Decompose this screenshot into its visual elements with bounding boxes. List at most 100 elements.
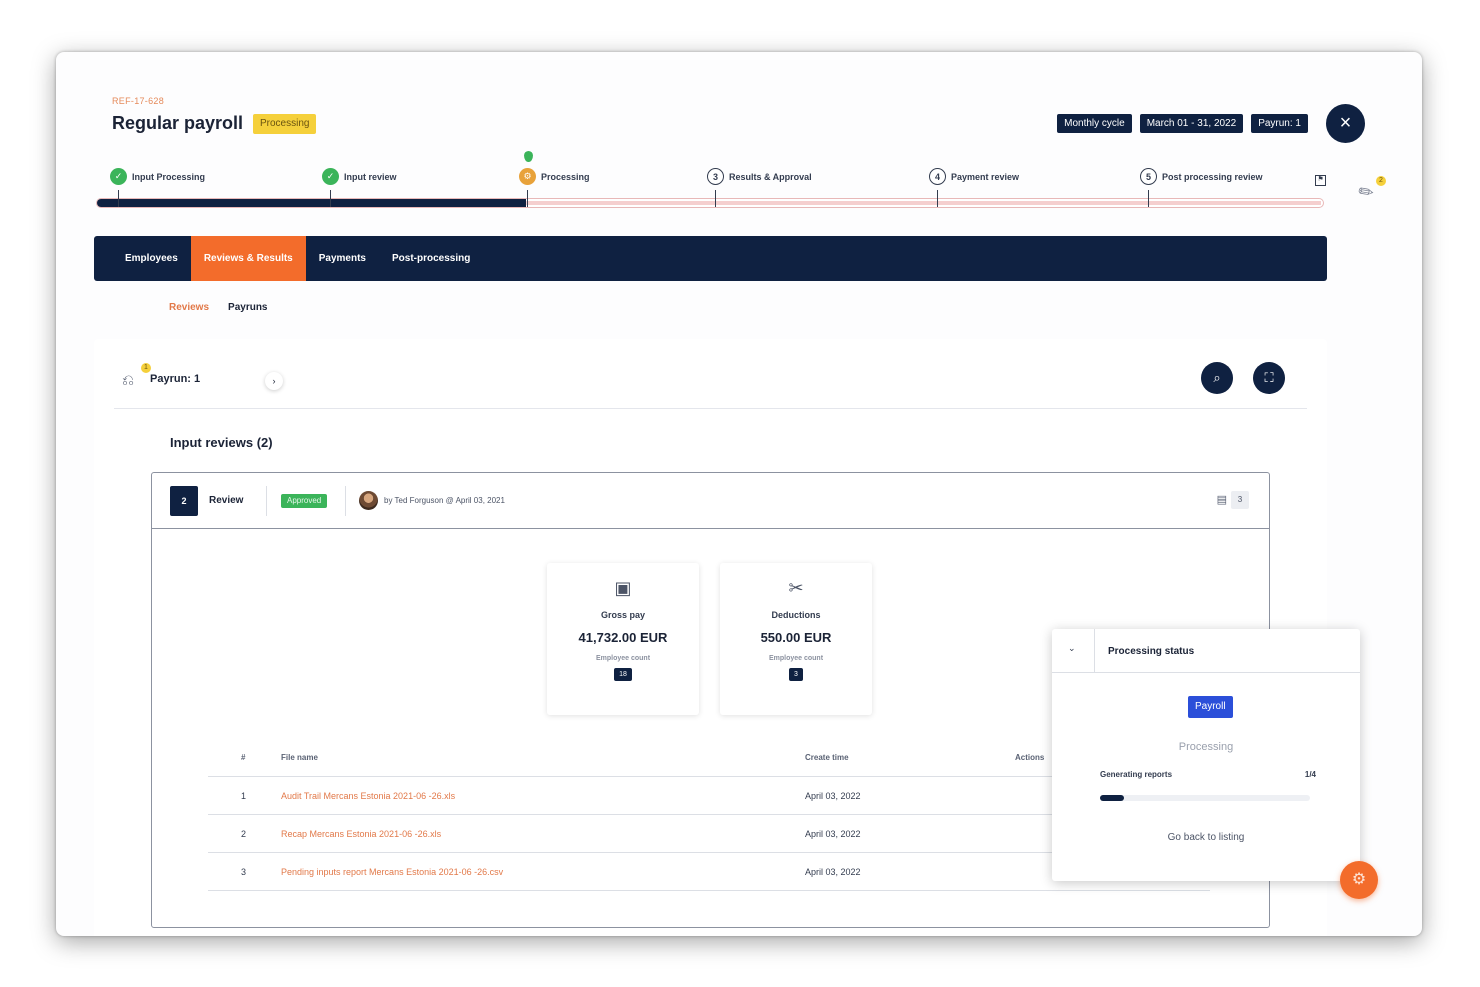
settings-fab-button[interactable]: ⚙ <box>1340 861 1378 899</box>
stat-label: Gross pay <box>600 610 646 620</box>
search-icon: ⌕ <box>1213 370 1221 385</box>
column-header-actions: Actions <box>1015 753 1045 762</box>
file-link[interactable]: Audit Trail Mercans Estonia 2021-06 -26.… <box>281 791 455 801</box>
stat-value: 41,732.00 EUR <box>578 630 668 645</box>
create-time: April 03, 2022 <box>805 867 861 877</box>
tab-payments[interactable]: Payments <box>306 236 379 281</box>
deductions-icon: ✂ <box>788 578 804 598</box>
row-number: 3 <box>241 867 247 877</box>
divider <box>345 486 346 516</box>
panel-header: ⌄ Processing status <box>1052 629 1360 673</box>
progress-track <box>96 198 1324 208</box>
go-back-link[interactable]: Go back to listing <box>1052 832 1360 843</box>
gross-pay-card: ▣ Gross pay 41,732.00 EUR Employee count… <box>547 563 699 715</box>
stat-sub-label: Employee count <box>595 655 651 662</box>
fullscreen-button[interactable]: ⛶ <box>1253 362 1285 394</box>
progress-stepper: ✓ Input Processing ✓ Input review ⚙ Proc… <box>96 151 1326 220</box>
tab-employees[interactable]: Employees <box>94 236 191 281</box>
step-tick <box>715 190 716 207</box>
stat-label: Deductions <box>771 610 821 620</box>
file-link[interactable]: Recap Mercans Estonia 2021-06 -26.xls <box>281 829 441 839</box>
step-input-review[interactable]: ✓ Input review <box>322 168 397 185</box>
task-progress-bar <box>1100 795 1310 801</box>
divider <box>1094 629 1095 673</box>
step-tick <box>118 190 119 207</box>
step-number: 3 <box>707 168 724 185</box>
review-number: 2 <box>170 486 198 516</box>
step-label: Results & Approval <box>729 171 812 182</box>
file-link[interactable]: Pending inputs report Mercans Estonia 20… <box>281 867 503 877</box>
step-payment-review[interactable]: 4 Payment review <box>929 168 1019 185</box>
row-number: 2 <box>241 829 247 839</box>
step-results-approval[interactable]: 3 Results & Approval <box>707 168 812 185</box>
column-header-create-time: Create time <box>805 753 849 762</box>
tab-reviews-results[interactable]: Reviews & Results <box>190 236 306 281</box>
progress-fill <box>97 199 526 207</box>
approved-badge: Approved <box>281 494 328 508</box>
attachments-count-badge: 2 <box>1376 176 1386 186</box>
payroll-reference: REF-17-628 <box>112 96 165 106</box>
processing-state: Processing <box>1178 741 1234 753</box>
stat-sub-label: Employee count <box>768 655 824 662</box>
subtab-reviews[interactable]: Reviews <box>169 302 209 313</box>
payrun-badge: 1 <box>141 363 151 373</box>
step-label: Post processing review <box>1162 171 1263 182</box>
create-time: April 03, 2022 <box>805 791 861 801</box>
review-label: Review <box>209 495 244 506</box>
step-tick <box>937 190 938 207</box>
payrun-label: Payrun: 1 <box>150 373 201 385</box>
deductions-card: ✂ Deductions 550.00 EUR Employee count 3 <box>720 563 872 715</box>
money-icon: ▣ <box>614 578 632 598</box>
step-input-processing[interactable]: ✓ Input Processing <box>110 168 205 185</box>
employee-count-badge: 18 <box>614 668 632 681</box>
step-tick <box>1148 190 1149 207</box>
processing-status-panel: ⌄ Processing status Payroll Processing G… <box>1052 629 1360 881</box>
stat-value: 550.00 EUR <box>760 630 832 645</box>
close-icon: × <box>1339 112 1352 134</box>
attachment-paperclip-icon[interactable]: ✎ <box>1354 180 1378 206</box>
step-label: Input Processing <box>132 171 206 182</box>
gear-icon: ⚙ <box>519 168 536 185</box>
search-button[interactable]: ⌕ <box>1201 362 1233 394</box>
section-title: Input reviews (2) <box>170 435 273 450</box>
check-icon: ✓ <box>110 168 127 185</box>
payrun-icon: ⎌ <box>122 372 135 389</box>
close-button[interactable]: × <box>1326 104 1365 143</box>
payrun-toolbar: ⎌ 1 Payrun: 1 › ⌕ ⛶ <box>114 359 1307 409</box>
finish-flag-icon: ⚑ <box>1315 175 1326 186</box>
step-number: 4 <box>929 168 946 185</box>
task-progress-fill <box>1100 795 1124 801</box>
step-tick <box>527 190 528 207</box>
app-window: REF-17-628 Regular payroll Processing Mo… <box>56 52 1422 936</box>
step-label: Payment review <box>951 171 1020 182</box>
avatar <box>359 491 378 510</box>
chevron-right-icon[interactable]: › <box>265 372 283 390</box>
column-header-file-name: File name <box>281 753 318 762</box>
reviewer-byline: by Ted Forguson @ April 03, 2021 <box>384 496 505 505</box>
documents-count: 3 <box>1231 491 1249 509</box>
step-label: Processing <box>541 171 590 182</box>
tab-post-processing[interactable]: Post-processing <box>379 236 483 281</box>
divider <box>266 486 267 516</box>
collapse-chevron-icon[interactable]: ⌄ <box>1068 643 1076 654</box>
progress-remaining <box>526 201 1321 205</box>
sub-tabs: Reviews Payruns <box>169 302 268 313</box>
step-post-processing-review[interactable]: 5 Post processing review <box>1140 168 1263 185</box>
main-tabs: Employees Reviews & Results Payments Pos… <box>94 236 1327 281</box>
status-badge: Processing <box>253 114 317 134</box>
header-tags: Monthly cycle March 01 - 31, 2022 Payrun… <box>1057 114 1308 133</box>
page-title: Regular payroll <box>112 113 244 133</box>
expand-icon: ⛶ <box>1264 370 1274 385</box>
task-fraction: 1/4 <box>1304 770 1316 779</box>
employee-count-badge: 3 <box>789 668 803 681</box>
documents-icon[interactable]: ▤ <box>1217 493 1227 506</box>
current-task: Generating reports <box>1100 770 1173 779</box>
review-header[interactable]: 2 Review Approved by Ted Forguson @ Apri… <box>152 473 1269 529</box>
cycle-tag: Monthly cycle <box>1057 114 1132 133</box>
step-processing[interactable]: ⚙ Processing <box>519 168 590 185</box>
step-tick <box>330 190 331 207</box>
subtab-payruns[interactable]: Payruns <box>228 302 267 313</box>
create-time: April 03, 2022 <box>805 829 861 839</box>
step-number: 5 <box>1140 168 1157 185</box>
row-number: 1 <box>241 791 247 801</box>
